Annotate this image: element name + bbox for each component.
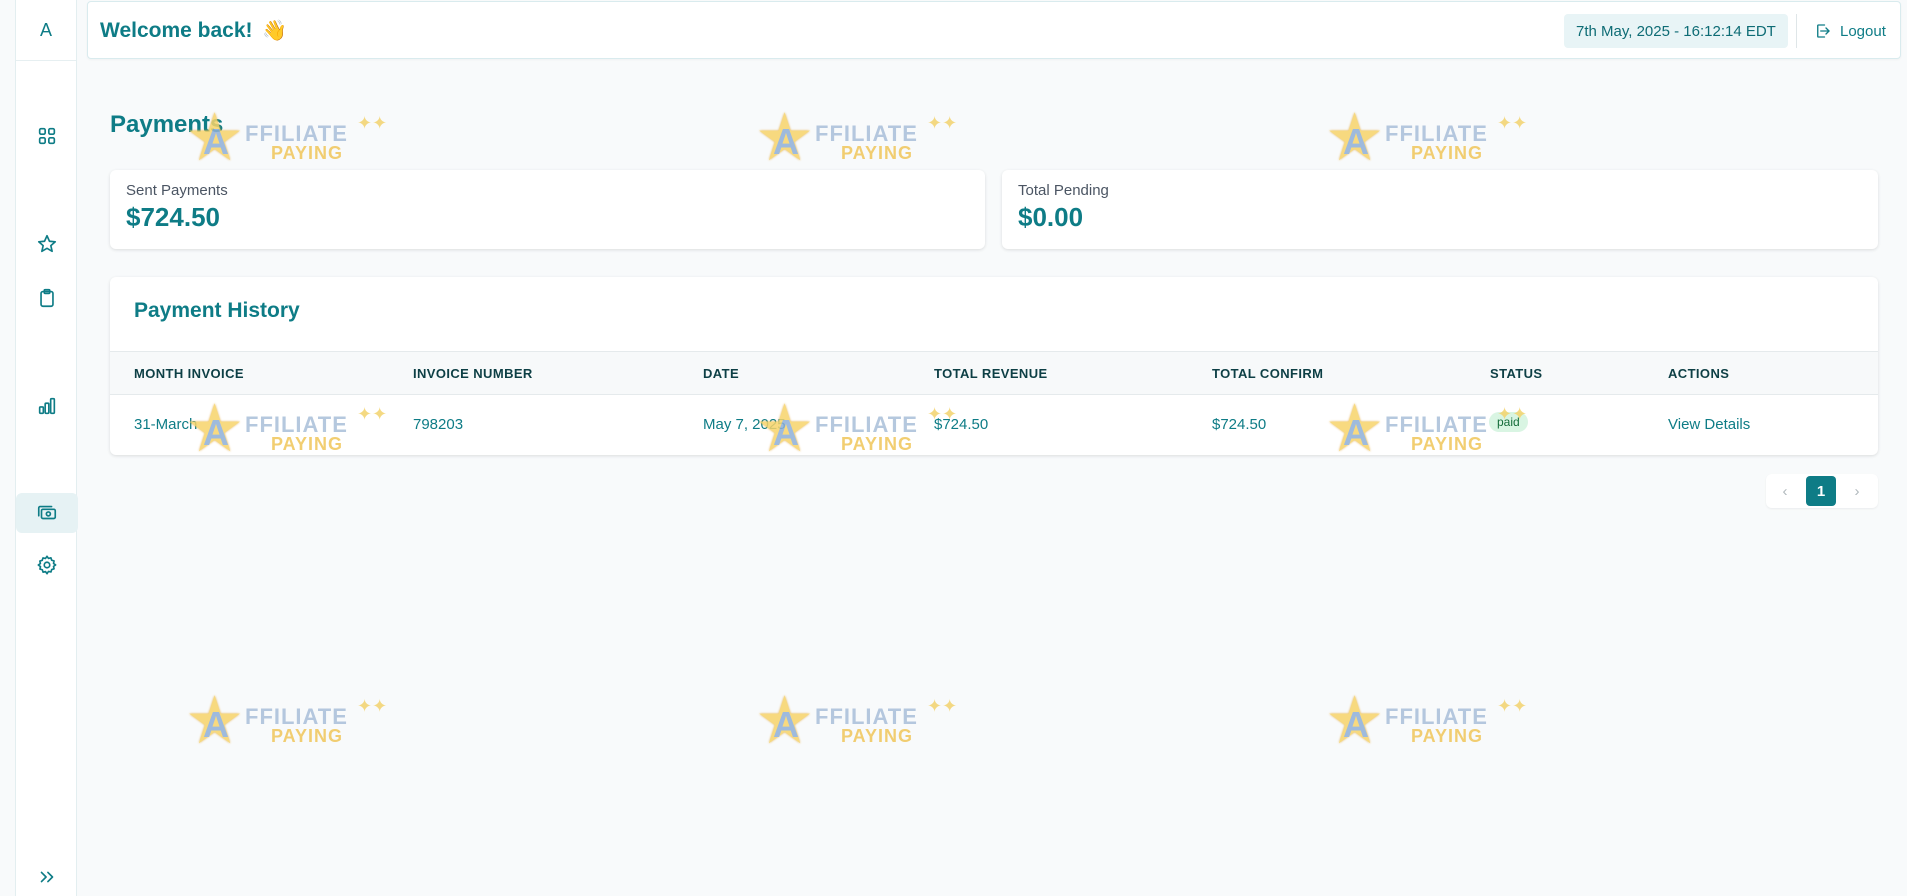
double-chevron-right-icon	[40, 871, 54, 883]
total-pending-card: Total Pending $0.00	[1002, 170, 1878, 249]
prev-page-button[interactable]: ‹	[1770, 476, 1800, 506]
sidebar-item-reports[interactable]	[16, 386, 78, 426]
table-header: MONTH INVOICE INVOICE NUMBER DATE TOTAL …	[110, 351, 1878, 395]
current-datetime: 7th May, 2025 - 16:12:14 EDT	[1564, 14, 1788, 48]
column-header-total-confirm[interactable]: TOTAL CONFIRM	[1212, 366, 1323, 381]
waving-hand-icon: 👋	[262, 20, 288, 42]
column-header-actions: ACTIONS	[1668, 366, 1730, 381]
column-header-invoice-number[interactable]: INVOICE NUMBER	[413, 366, 533, 381]
sidebar-item-favorites[interactable]	[16, 224, 78, 264]
watermark-star-icon: ★	[185, 682, 245, 759]
sent-payments-label: Sent Payments	[126, 182, 228, 199]
star-icon	[37, 234, 57, 253]
watermark-star-icon: ★	[755, 682, 815, 759]
app-logo[interactable]: A	[16, 0, 76, 61]
view-details-link[interactable]: View Details	[1668, 416, 1750, 433]
sidebar: A	[15, 0, 78, 896]
cell-total-confirm: $724.50	[1212, 416, 1267, 433]
watermark-star-icon: ★	[1325, 682, 1385, 759]
sidebar-item-payments[interactable]	[16, 493, 78, 533]
header-divider	[1796, 14, 1797, 48]
gear-icon	[37, 555, 57, 575]
top-header: Welcome back! 👋 7th May, 2025 - 16:12:14…	[87, 1, 1901, 59]
sidebar-item-settings[interactable]	[16, 545, 78, 585]
watermark-logo: ★ A FFILIATE PAYING ✦✦	[755, 99, 958, 176]
table-row: 31-March 798203 May 7, 2025 $724.50 $724…	[110, 395, 1878, 455]
cell-month-invoice: 31-March	[134, 416, 198, 433]
sent-payments-card: Sent Payments $724.50	[110, 170, 985, 249]
watermark-star-icon: ★	[755, 99, 815, 176]
bar-chart-icon	[38, 397, 56, 415]
column-header-status[interactable]: STATUS	[1490, 366, 1542, 381]
payment-history-card: Payment History MONTH INVOICE INVOICE NU…	[110, 277, 1878, 455]
watermark-logo: ★ A FFILIATE PAYING ✦✦	[1325, 682, 1528, 759]
status-badge: paid	[1489, 412, 1528, 432]
pagination: ‹ 1 ›	[1766, 474, 1878, 508]
next-page-button[interactable]: ›	[1842, 476, 1872, 506]
total-pending-value: $0.00	[1018, 202, 1084, 232]
cell-invoice-number: 798203	[413, 416, 464, 433]
cell-total-revenue: $724.50	[934, 416, 989, 433]
sidebar-expand-button[interactable]	[16, 857, 78, 896]
payment-history-title: Payment History	[134, 299, 300, 322]
column-header-total-revenue[interactable]: TOTAL REVENUE	[934, 366, 1048, 381]
watermark-logo: ★ A FFILIATE PAYING ✦✦	[1325, 99, 1528, 176]
column-header-date[interactable]: DATE	[703, 366, 739, 381]
welcome-message: Welcome back! 👋	[100, 18, 287, 43]
sidebar-item-dashboard[interactable]	[16, 116, 78, 156]
welcome-text: Welcome back!	[100, 19, 253, 42]
cell-date: May 7, 2025	[703, 416, 786, 433]
logout-label: Logout	[1840, 22, 1886, 40]
watermark-logo: ★ A FFILIATE PAYING ✦✦	[185, 682, 388, 759]
column-header-month-invoice[interactable]: MONTH INVOICE	[134, 366, 244, 381]
money-icon	[37, 505, 57, 520]
page-1-button[interactable]: 1	[1806, 476, 1836, 506]
total-pending-label: Total Pending	[1018, 182, 1109, 199]
sidebar-item-clipboard[interactable]	[16, 278, 78, 318]
clipboard-icon	[40, 288, 54, 308]
watermark-star-icon: ★	[1325, 99, 1385, 176]
logout-button[interactable]: Logout	[1814, 19, 1886, 43]
sent-payments-value: $724.50	[126, 202, 220, 232]
grid-icon	[38, 127, 56, 145]
page-title: Payments	[110, 111, 224, 138]
watermark-logo: ★ A FFILIATE PAYING ✦✦	[755, 682, 958, 759]
logout-icon	[1817, 24, 1830, 38]
